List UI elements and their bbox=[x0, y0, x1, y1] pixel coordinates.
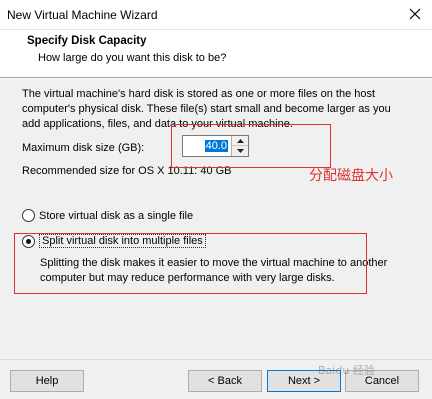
title-bar: New Virtual Machine Wizard bbox=[0, 0, 432, 30]
annotation-box-split-option bbox=[14, 233, 367, 294]
radio-single-file[interactable]: Store virtual disk as a single file bbox=[22, 209, 193, 222]
back-button[interactable]: < Back bbox=[188, 370, 262, 392]
cancel-button[interactable]: Cancel bbox=[345, 370, 419, 392]
annotation-box-disk-size bbox=[171, 124, 331, 168]
annotation-text: 分配磁盘大小 bbox=[309, 168, 393, 184]
wizard-header: Specify Disk Capacity How large do you w… bbox=[0, 30, 432, 78]
next-button[interactable]: Next > bbox=[267, 370, 341, 392]
radio-single-file-label: Store virtual disk as a single file bbox=[39, 209, 194, 222]
page-subtitle: How large do you want this disk to be? bbox=[38, 52, 227, 64]
help-button[interactable]: Help bbox=[10, 370, 84, 392]
max-disk-size-label: Maximum disk size (GB): bbox=[22, 142, 145, 154]
window-title: New Virtual Machine Wizard bbox=[7, 8, 158, 22]
close-icon[interactable] bbox=[404, 3, 426, 25]
wizard-content: The virtual machine's hard disk is store… bbox=[0, 79, 432, 359]
wizard-footer: Help < Back Next > Cancel bbox=[0, 359, 432, 399]
radio-circle[interactable] bbox=[22, 209, 35, 222]
page-title: Specify Disk Capacity bbox=[27, 35, 147, 47]
